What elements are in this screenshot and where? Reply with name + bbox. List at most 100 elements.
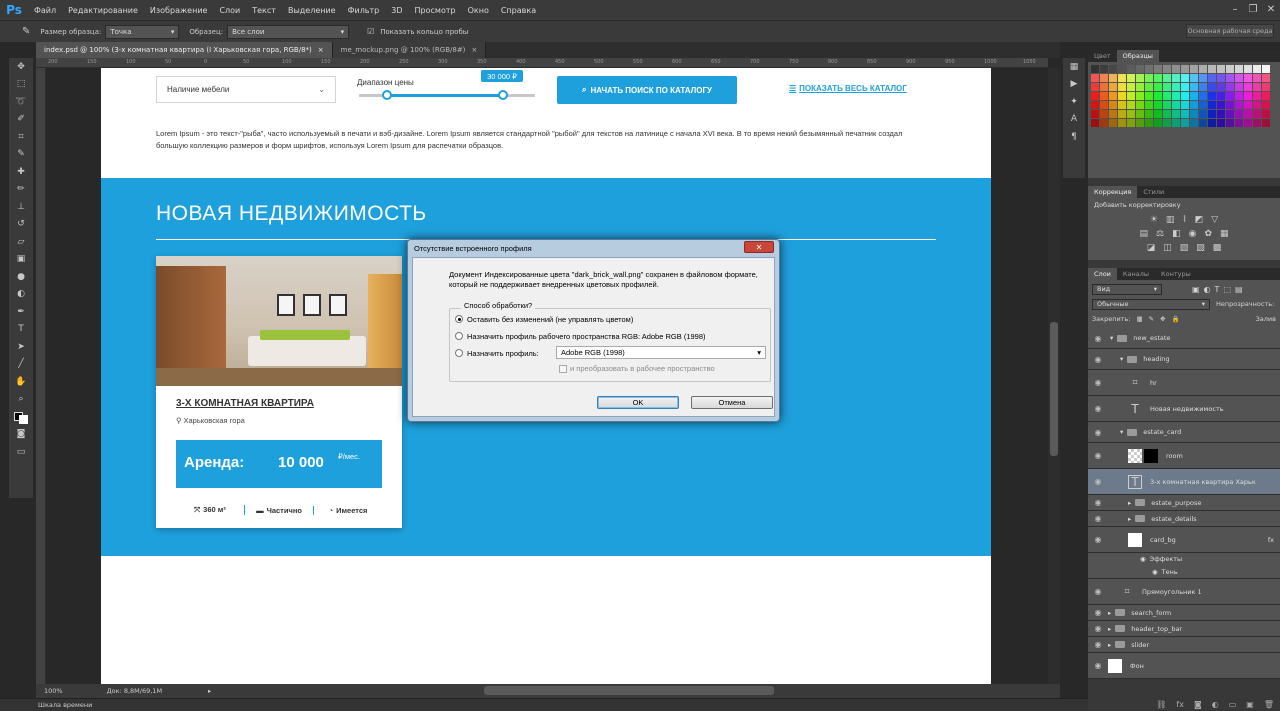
ok-button[interactable]: OK xyxy=(597,396,679,409)
filter-type-icon[interactable]: T xyxy=(1215,285,1220,294)
menu-layers[interactable]: Слои xyxy=(213,6,246,15)
color-swatch[interactable] xyxy=(1217,110,1225,118)
eye-icon[interactable]: ◉ xyxy=(1088,587,1108,596)
color-swatch[interactable] xyxy=(1118,83,1126,91)
hue-icon[interactable]: ▤ xyxy=(1139,229,1148,239)
color-swatch[interactable] xyxy=(1199,65,1207,73)
color-swatch[interactable] xyxy=(1235,110,1243,118)
color-swatch[interactable] xyxy=(1172,74,1180,82)
color-swatch[interactable] xyxy=(1100,119,1108,127)
color-swatch[interactable] xyxy=(1127,92,1135,100)
layer-kind-select[interactable]: Вид ▾ xyxy=(1092,283,1162,295)
eye-icon[interactable]: ◉ xyxy=(1088,451,1108,460)
line-tool-icon[interactable]: ╱ xyxy=(9,356,33,374)
color-swatch[interactable] xyxy=(1091,83,1099,91)
color-swatch[interactable] xyxy=(1226,65,1234,73)
paragraph-icon[interactable]: ¶ xyxy=(1063,128,1085,146)
eye-icon[interactable]: ◉ xyxy=(1088,404,1108,413)
color-swatch[interactable] xyxy=(1154,83,1162,91)
color-swatch[interactable] xyxy=(1118,110,1126,118)
color-swatch[interactable] xyxy=(1244,83,1252,91)
color-swatch[interactable] xyxy=(1118,92,1126,100)
color-swatch[interactable] xyxy=(1091,110,1099,118)
menu-type[interactable]: Текст xyxy=(246,6,282,15)
radio-button[interactable] xyxy=(455,332,463,340)
color-swatch[interactable] xyxy=(1217,119,1225,127)
posterize-icon[interactable]: ◫ xyxy=(1163,243,1172,253)
layer-new-estate[interactable]: ◉ ▾ new_estate xyxy=(1088,328,1280,349)
color-swatch[interactable] xyxy=(1118,74,1126,82)
color-swatch[interactable] xyxy=(1118,101,1126,109)
layer-rectangle-1[interactable]: ◉ ⌗ Прямоугольник 1 xyxy=(1088,579,1280,605)
checkbox-icon[interactable] xyxy=(559,364,567,373)
gradient-tool-icon[interactable]: ▣ xyxy=(9,251,33,269)
tab-adjustments[interactable]: Коррекция xyxy=(1088,186,1138,198)
color-swatch[interactable] xyxy=(1226,92,1234,100)
color-swatch[interactable] xyxy=(1163,65,1171,73)
furniture-select[interactable]: Наличие мебели ⌄ xyxy=(156,76,336,103)
quick-select-tool-icon[interactable]: ✐ xyxy=(9,111,33,129)
color-swatch[interactable] xyxy=(1100,74,1108,82)
color-swatch[interactable] xyxy=(1226,74,1234,82)
eye-icon[interactable]: ◉ xyxy=(1088,624,1108,633)
color-swatch[interactable] xyxy=(1208,65,1216,73)
lock-pixels-icon[interactable]: ▦ xyxy=(1136,315,1142,323)
eye-icon[interactable]: ◉ xyxy=(1088,514,1108,523)
eye-icon[interactable]: ◉ xyxy=(1140,555,1146,563)
color-swatch[interactable] xyxy=(1190,65,1198,73)
option-assign-profile[interactable]: Назначить профиль: xyxy=(455,346,539,360)
color-swatch[interactable] xyxy=(1118,65,1126,73)
layer-card-bg[interactable]: ◉ card_bg fx xyxy=(1088,527,1280,553)
lock-move-icon[interactable]: ✥ xyxy=(1160,315,1165,323)
color-swatch[interactable] xyxy=(1136,101,1144,109)
color-swatch[interactable] xyxy=(1235,92,1243,100)
invert-icon[interactable]: ◪ xyxy=(1147,243,1156,253)
color-swatch[interactable] xyxy=(1163,119,1171,127)
link-icon[interactable]: ⛓ xyxy=(1156,700,1166,709)
maximize-button[interactable]: ❐ xyxy=(1244,0,1262,18)
color-swatch[interactable] xyxy=(1262,65,1270,73)
color-swatch[interactable] xyxy=(1136,119,1144,127)
color-swatch[interactable] xyxy=(1262,110,1270,118)
layer-estate-purpose[interactable]: ◉ ▸ estate_purpose xyxy=(1088,495,1280,511)
color-swatch[interactable] xyxy=(1181,110,1189,118)
color-swatch[interactable] xyxy=(1127,110,1135,118)
color-swatch[interactable] xyxy=(1145,74,1153,82)
menu-file[interactable]: Файл xyxy=(28,6,62,15)
color-swatch[interactable] xyxy=(1253,74,1261,82)
color-swatch[interactable] xyxy=(1127,83,1135,91)
color-swatch[interactable] xyxy=(1127,119,1135,127)
screen-mode-icon[interactable]: ▭ xyxy=(9,443,33,461)
blur-tool-icon[interactable]: ● xyxy=(9,268,33,286)
filter-adjust-icon[interactable]: ◐ xyxy=(1204,285,1211,294)
hand-tool-icon[interactable]: ✋ xyxy=(9,373,33,391)
color-swatch[interactable] xyxy=(1262,83,1270,91)
color-swatch[interactable] xyxy=(1235,83,1243,91)
color-swatch[interactable] xyxy=(1136,65,1144,73)
blend-mode-select[interactable]: Обычные ▾ xyxy=(1092,298,1210,310)
palette-icon[interactable]: ▦ xyxy=(1063,58,1085,76)
color-swatch[interactable] xyxy=(1109,110,1117,118)
mask-icon[interactable]: ◙ xyxy=(1194,700,1202,709)
trash-icon[interactable]: 🗑 xyxy=(1264,700,1274,709)
eye-icon[interactable]: ◉ xyxy=(1088,355,1108,364)
eye-icon[interactable]: ◉ xyxy=(1088,661,1108,670)
color-swatch[interactable] xyxy=(1100,65,1108,73)
color-swatch[interactable] xyxy=(1091,101,1099,109)
color-swatch[interactable] xyxy=(1145,83,1153,91)
price-range-handle-min[interactable] xyxy=(382,90,392,100)
lock-all-icon[interactable]: 🔒 xyxy=(1172,315,1180,323)
crop-tool-icon[interactable]: ⌗ xyxy=(9,128,33,146)
option-assign-working[interactable]: Назначить профиль рабочего пространства … xyxy=(455,329,706,343)
radio-button[interactable] xyxy=(455,315,463,323)
horizontal-scroll-thumb[interactable] xyxy=(484,686,774,695)
tab-index-psd[interactable]: index.psd @ 100% (3-х комнатная квартира… xyxy=(36,42,333,58)
color-swatch[interactable] xyxy=(1145,101,1153,109)
color-swatch[interactable] xyxy=(1109,101,1117,109)
eraser-tool-icon[interactable]: ▱ xyxy=(9,233,33,251)
path-select-tool-icon[interactable]: ➤ xyxy=(9,338,33,356)
color-swatch[interactable] xyxy=(1163,83,1171,91)
color-swatch[interactable] xyxy=(1244,110,1252,118)
color-swatch[interactable] xyxy=(1100,110,1108,118)
show-ring-checkbox[interactable]: ☑ xyxy=(367,27,374,36)
